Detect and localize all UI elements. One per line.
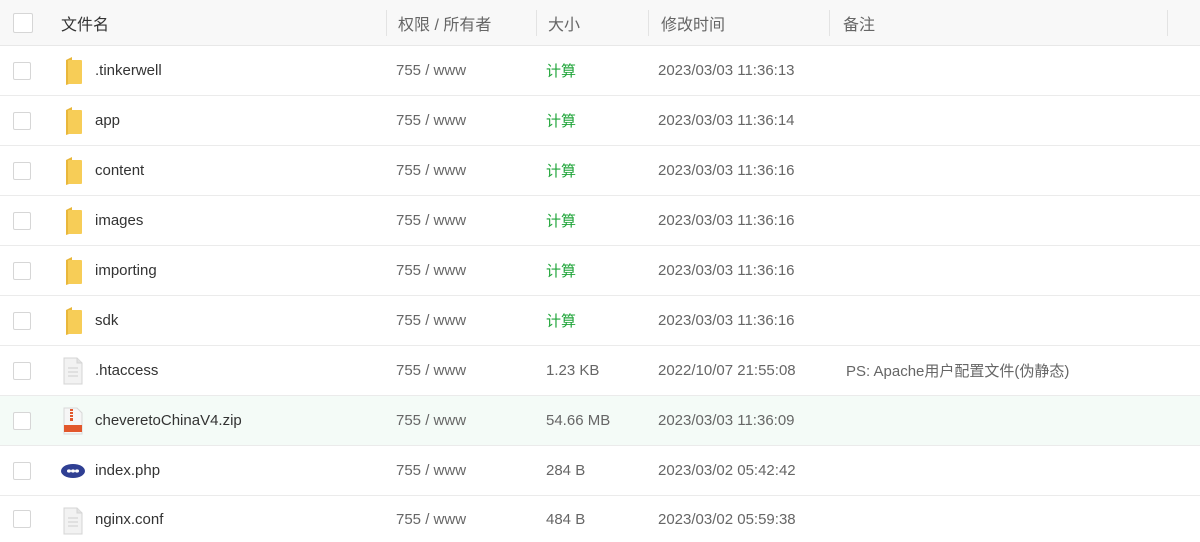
row-checkbox[interactable] [13,261,31,280]
calc-size-link[interactable]: 计算 [546,110,576,131]
file-perm[interactable]: 755 / www [396,112,466,129]
row-checkbox[interactable] [13,311,31,330]
row-checkbox[interactable] [13,211,31,230]
file-time: 2023/03/02 05:42:42 [658,462,796,479]
file-time: 2022/10/07 21:55:08 [658,362,796,379]
folder-icon [60,106,86,136]
file-size: 284 B [546,462,586,479]
select-all-checkbox[interactable] [13,12,33,33]
file-name[interactable]: content [95,162,144,179]
table-row[interactable]: importing 755 / www 计算 2023/03/03 11:36:… [0,246,1200,296]
file-perm[interactable]: 755 / www [396,511,466,528]
calc-size-link[interactable]: 计算 [546,260,576,281]
file-name[interactable]: importing [95,262,157,279]
file-time: 2023/03/03 11:36:14 [658,112,795,129]
row-checkbox[interactable] [13,111,31,130]
row-checkbox[interactable] [13,361,31,380]
table-row[interactable]: app 755 / www 计算 2023/03/03 11:36:14 [0,96,1200,146]
row-checkbox[interactable] [13,461,31,480]
file-size: 484 B [546,510,586,528]
file-name[interactable]: cheveretoChinaV4.zip [95,412,242,429]
file-size: 1.23 KB [546,362,600,379]
row-checkbox[interactable] [13,510,31,528]
table-row[interactable]: .tinkerwell 755 / www 计算 2023/03/03 11:3… [0,46,1200,96]
header-perm[interactable]: 权限 / 所有者 [398,11,491,35]
file-perm[interactable]: 755 / www [396,362,466,379]
column-divider[interactable] [829,10,830,36]
calc-size-link[interactable]: 计算 [546,310,576,331]
header-time[interactable]: 修改时间 [661,11,725,35]
file-name[interactable]: index.php [95,462,160,479]
calc-size-link[interactable]: 计算 [546,160,576,181]
text-file-icon [60,506,86,536]
file-time: 2023/03/03 11:36:16 [658,212,795,229]
header-size[interactable]: 大小 [548,11,580,35]
php-file-icon [60,456,86,486]
table-row[interactable]: images 755 / www 计算 2023/03/03 11:36:16 [0,196,1200,246]
row-checkbox[interactable] [13,161,31,180]
file-perm[interactable]: 755 / www [396,462,466,479]
table-row[interactable]: index.php 755 / www 284 B 2023/03/02 05:… [0,446,1200,496]
file-size: 54.66 MB [546,412,611,429]
header-note: 备注 [843,16,876,34]
zip-file-icon [60,406,86,436]
column-divider[interactable] [386,10,387,36]
table-row[interactable]: nginx.conf 755 / www 484 B 2023/03/02 05… [0,496,1200,542]
column-divider[interactable] [536,10,537,36]
file-table: 文件名 权限 / 所有者 大小 修改时间 备注 .tinkerwell 755 … [0,0,1200,542]
folder-icon [60,256,86,286]
folder-icon [60,56,86,86]
file-name[interactable]: sdk [95,312,118,329]
file-time: 2023/03/03 11:36:16 [658,312,795,329]
calc-size-link[interactable]: 计算 [546,60,576,81]
table-row[interactable]: cheveretoChinaV4.zip 755 / www 54.66 MB … [0,396,1200,446]
file-time: 2023/03/02 05:59:38 [658,510,796,528]
column-divider[interactable] [1167,10,1168,36]
file-name[interactable]: .tinkerwell [95,62,162,79]
file-perm[interactable]: 755 / www [396,262,466,279]
header-name[interactable]: 文件名 [61,11,109,35]
text-file-icon [60,356,86,386]
file-time: 2023/03/03 11:36:16 [658,162,795,179]
column-divider[interactable] [648,10,649,36]
file-perm[interactable]: 755 / www [396,312,466,329]
file-time: 2023/03/03 11:36:13 [658,62,795,79]
calc-size-link[interactable]: 计算 [546,210,576,231]
file-perm[interactable]: 755 / www [396,162,466,179]
file-perm[interactable]: 755 / www [396,62,466,79]
table-row[interactable]: sdk 755 / www 计算 2023/03/03 11:36:16 [0,296,1200,346]
table-row[interactable]: .htaccess 755 / www 1.23 KB 2022/10/07 2… [0,346,1200,396]
file-name[interactable]: images [95,212,143,229]
file-name[interactable]: .htaccess [95,362,158,379]
file-time: 2023/03/03 11:36:16 [658,262,795,279]
row-checkbox[interactable] [13,411,31,430]
file-note[interactable]: PS: Apache用户配置文件(伪静态) [846,360,1069,381]
folder-icon [60,156,86,186]
table-row[interactable]: content 755 / www 计算 2023/03/03 11:36:16 [0,146,1200,196]
file-perm[interactable]: 755 / www [396,212,466,229]
folder-icon [60,206,86,236]
file-perm[interactable]: 755 / www [396,412,466,429]
file-name[interactable]: nginx.conf [95,511,163,528]
folder-icon [60,306,86,336]
file-name[interactable]: app [95,112,120,129]
file-time: 2023/03/03 11:36:09 [658,412,795,429]
row-checkbox[interactable] [13,61,31,80]
table-header: 文件名 权限 / 所有者 大小 修改时间 备注 [0,0,1200,46]
